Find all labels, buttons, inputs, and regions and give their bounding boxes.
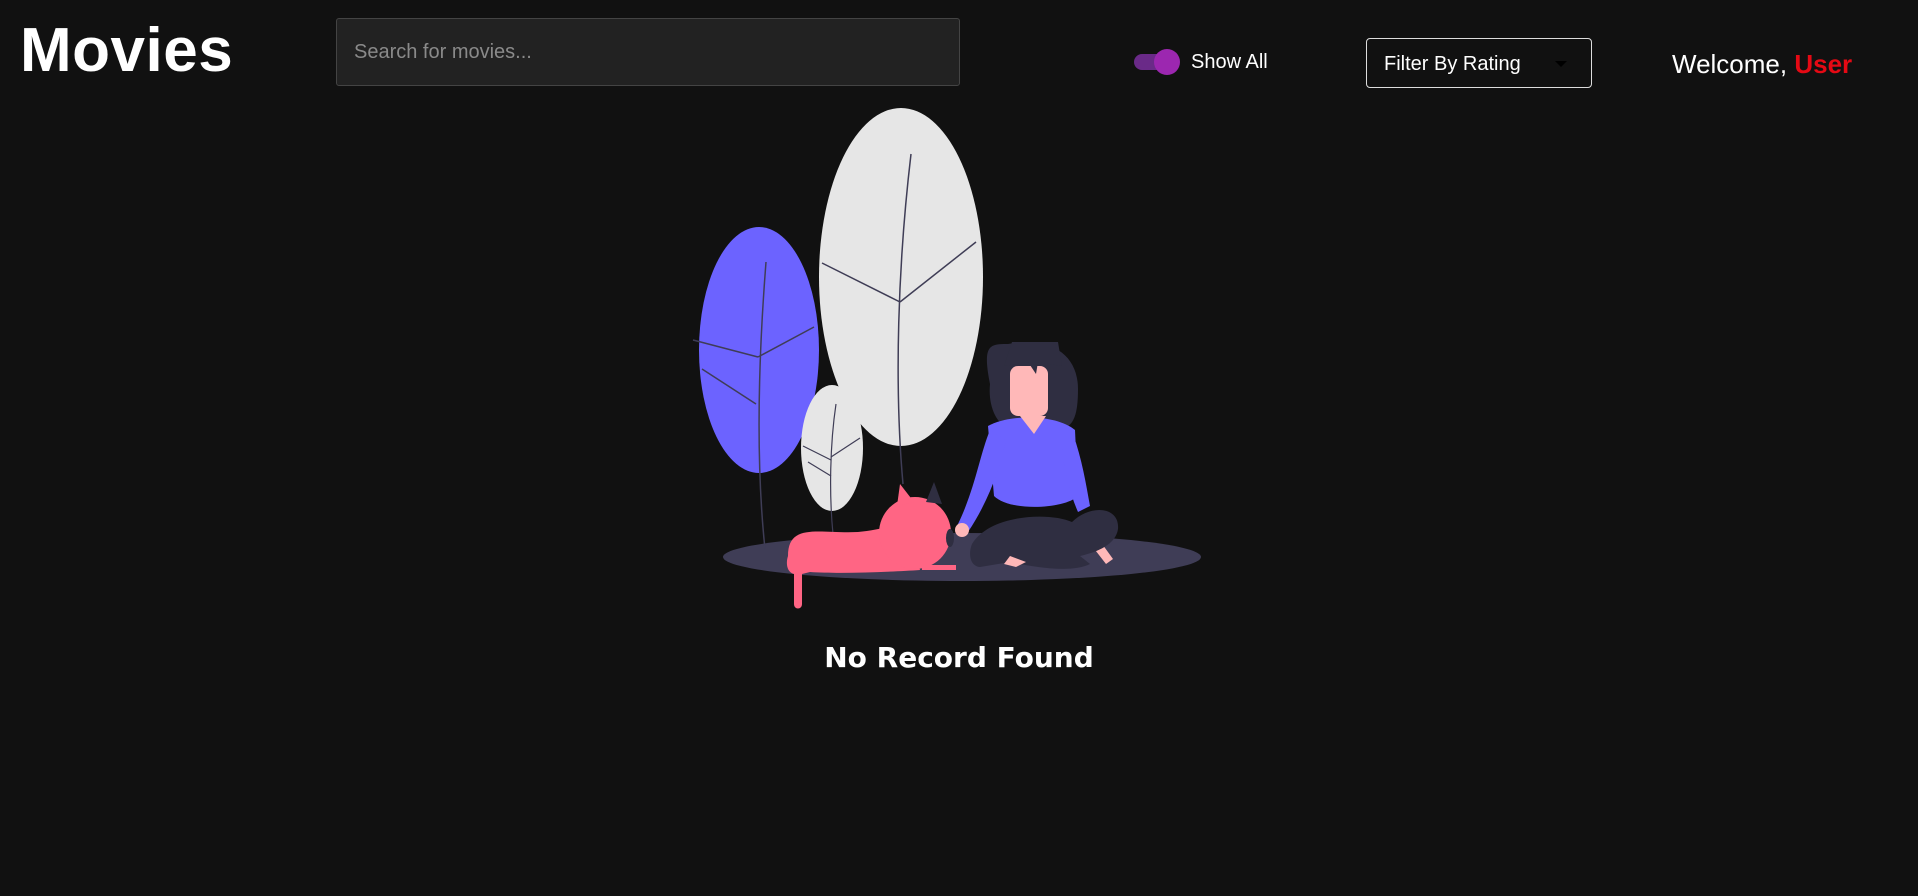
- show-all-label: Show All: [1191, 51, 1268, 73]
- empty-state-message: No Record Found: [824, 641, 1094, 674]
- filter-by-rating-label: Filter By Rating: [1384, 53, 1521, 75]
- small-leaf-icon: [801, 385, 863, 535]
- empty-state-illustration: [692, 108, 1201, 609]
- search-input[interactable]: [336, 18, 960, 86]
- purple-leaf-icon: [692, 227, 819, 550]
- header-bar: Movies Show All Filter By Rating Welcome…: [0, 0, 1918, 110]
- chevron-down-icon: [1555, 61, 1567, 67]
- app-title: Movies: [20, 16, 234, 85]
- show-all-toggle[interactable]: [1132, 49, 1180, 75]
- toggle-thumb: [1154, 49, 1180, 75]
- cat-illustration: [786, 482, 956, 609]
- welcome-message: Welcome, User: [1672, 48, 1852, 80]
- user-name: User: [1794, 49, 1853, 79]
- welcome-prefix: Welcome,: [1672, 49, 1788, 79]
- filter-by-rating-select[interactable]: Filter By Rating: [1366, 38, 1592, 88]
